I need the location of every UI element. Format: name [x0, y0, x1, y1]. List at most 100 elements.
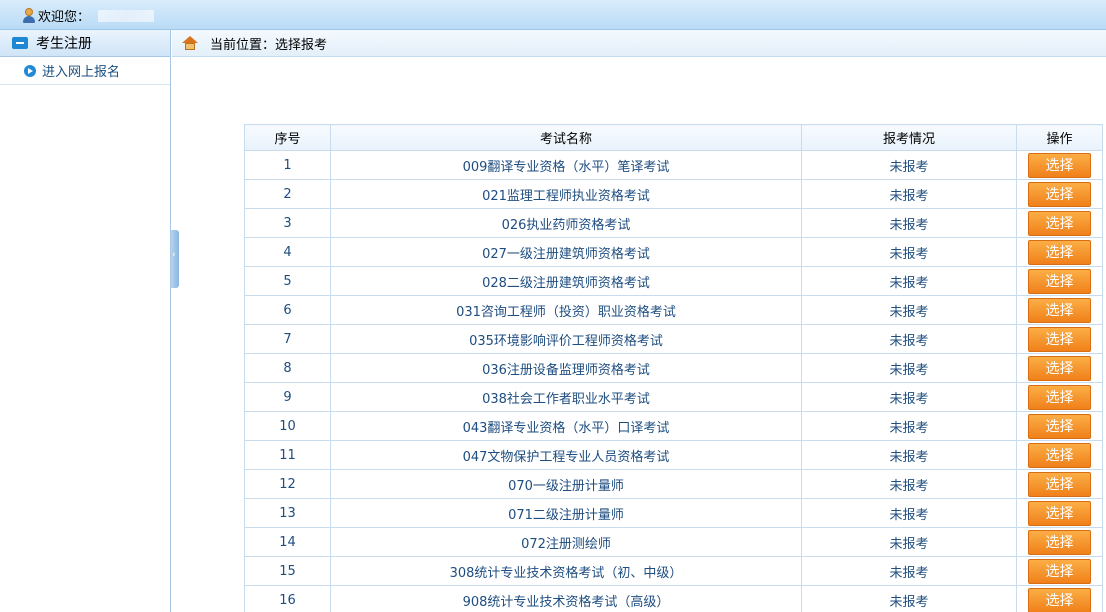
exam-name: 021监理工程师执业资格考试: [330, 179, 802, 209]
action-cell: 选择: [1016, 411, 1103, 441]
table-row: 3 026执业药师资格考试 未报考 选择: [244, 208, 1103, 238]
user-icon: [22, 7, 36, 24]
registration-status: 未报考: [801, 469, 1017, 499]
table-row: 9 038社会工作者职业水平考试 未报考 选择: [244, 382, 1103, 412]
registration-status: 未报考: [801, 179, 1017, 209]
table-row: 6 031咨询工程师（投资）职业资格考试 未报考 选择: [244, 295, 1103, 325]
row-index: 5: [244, 266, 331, 296]
action-cell: 选择: [1016, 382, 1103, 412]
column-header-action: 操作: [1016, 124, 1103, 151]
table-row: 4 027一级注册建筑师资格考试 未报考 选择: [244, 237, 1103, 267]
select-button[interactable]: 选择: [1028, 326, 1091, 352]
welcome-area: 欢迎您：: [22, 6, 155, 25]
registration-status: 未报考: [801, 382, 1017, 412]
select-button[interactable]: 选择: [1028, 471, 1091, 497]
exam-name: 031咨询工程师（投资）职业资格考试: [330, 295, 802, 325]
table-row: 16 908统计专业技术资格考试（高级） 未报考 选择: [244, 585, 1103, 612]
table-row: 2 021监理工程师执业资格考试 未报考 选择: [244, 179, 1103, 209]
select-button[interactable]: 选择: [1028, 355, 1091, 381]
exam-name: 038社会工作者职业水平考试: [330, 382, 802, 412]
row-index: 16: [244, 585, 331, 612]
action-cell: 选择: [1016, 556, 1103, 586]
exam-name: 072注册测绘师: [330, 527, 802, 557]
table-row: 12 070一级注册计量师 未报考 选择: [244, 469, 1103, 499]
table-row: 8 036注册设备监理师资格考试 未报考 选择: [244, 353, 1103, 383]
exam-name: 009翻译专业资格（水平）笔译考试: [330, 150, 802, 180]
exam-name: 043翻译专业资格（水平）口译考试: [330, 411, 802, 441]
arrow-right-icon: [24, 64, 36, 77]
row-index: 6: [244, 295, 331, 325]
row-index: 2: [244, 179, 331, 209]
table-row: 5 028二级注册建筑师资格考试 未报考 选择: [244, 266, 1103, 296]
row-index: 13: [244, 498, 331, 528]
row-index: 7: [244, 324, 331, 354]
select-button[interactable]: 选择: [1028, 384, 1091, 410]
select-button[interactable]: 选择: [1028, 587, 1091, 612]
select-button[interactable]: 选择: [1028, 152, 1091, 178]
registration-status: 未报考: [801, 208, 1017, 238]
exam-name: 308统计专业技术资格考试（初、中级）: [330, 556, 802, 586]
registration-status: 未报考: [801, 527, 1017, 557]
registration-status: 未报考: [801, 266, 1017, 296]
sidebar-collapse-handle[interactable]: [171, 230, 179, 288]
row-index: 14: [244, 527, 331, 557]
action-cell: 选择: [1016, 353, 1103, 383]
exam-name: 028二级注册建筑师资格考试: [330, 266, 802, 296]
registration-status: 未报考: [801, 411, 1017, 441]
registration-status: 未报考: [801, 295, 1017, 325]
select-button[interactable]: 选择: [1028, 297, 1091, 323]
exam-name: 035环境影响评价工程师资格考试: [330, 324, 802, 354]
select-button[interactable]: 选择: [1028, 529, 1091, 555]
table-row: 13 071二级注册计量师 未报考 选择: [244, 498, 1103, 528]
action-cell: 选择: [1016, 179, 1103, 209]
select-button[interactable]: 选择: [1028, 239, 1091, 265]
table-row: 15 308统计专业技术资格考试（初、中级） 未报考 选择: [244, 556, 1103, 586]
select-button[interactable]: 选择: [1028, 442, 1091, 468]
sidebar: 考生注册 进入网上报名: [0, 30, 171, 612]
row-index: 15: [244, 556, 331, 586]
exam-name: 071二级注册计量师: [330, 498, 802, 528]
table-row: 11 047文物保护工程专业人员资格考试 未报考 选择: [244, 440, 1103, 470]
table-row: 7 035环境影响评价工程师资格考试 未报考 选择: [244, 324, 1103, 354]
top-header: 欢迎您：: [0, 0, 1106, 30]
select-button[interactable]: 选择: [1028, 210, 1091, 236]
row-index: 3: [244, 208, 331, 238]
registration-status: 未报考: [801, 498, 1017, 528]
row-index: 12: [244, 469, 331, 499]
row-index: 9: [244, 382, 331, 412]
exam-name: 070一级注册计量师: [330, 469, 802, 499]
select-button[interactable]: 选择: [1028, 500, 1091, 526]
select-button[interactable]: 选择: [1028, 181, 1091, 207]
row-index: 1: [244, 150, 331, 180]
row-index: 4: [244, 237, 331, 267]
row-index: 11: [244, 440, 331, 470]
current-location: 当前位置：选择报考: [210, 37, 328, 53]
row-index: 10: [244, 411, 331, 441]
registration-status: 未报考: [801, 237, 1017, 267]
exam-name: 027一级注册建筑师资格考试: [330, 237, 802, 267]
action-cell: 选择: [1016, 527, 1103, 557]
redacted-username: [98, 9, 155, 22]
action-cell: 选择: [1016, 324, 1103, 354]
select-button[interactable]: 选择: [1028, 558, 1091, 584]
exam-table-container: 序号 考试名称 报考情况 操作 1 009翻译专业资格（水平）笔译考试 未报考 …: [244, 124, 1103, 612]
sidebar-section-header[interactable]: 考生注册: [0, 30, 170, 57]
home-icon[interactable]: [182, 36, 198, 50]
select-button[interactable]: 选择: [1028, 413, 1091, 439]
collapse-minus-icon[interactable]: [12, 37, 28, 49]
sidebar-item-label[interactable]: 进入网上报名: [42, 61, 120, 80]
exam-name: 908统计专业技术资格考试（高级）: [330, 585, 802, 612]
column-header-status: 报考情况: [801, 124, 1017, 151]
action-cell: 选择: [1016, 469, 1103, 499]
table-row: 14 072注册测绘师 未报考 选择: [244, 527, 1103, 557]
row-index: 8: [244, 353, 331, 383]
action-cell: 选择: [1016, 266, 1103, 296]
exam-name: 036注册设备监理师资格考试: [330, 353, 802, 383]
select-button[interactable]: 选择: [1028, 268, 1091, 294]
registration-status: 未报考: [801, 556, 1017, 586]
registration-status: 未报考: [801, 440, 1017, 470]
column-header-exam-name: 考试名称: [330, 124, 802, 151]
action-cell: 选择: [1016, 295, 1103, 325]
sidebar-item-online-registration[interactable]: 进入网上报名: [0, 57, 170, 85]
registration-status: 未报考: [801, 150, 1017, 180]
